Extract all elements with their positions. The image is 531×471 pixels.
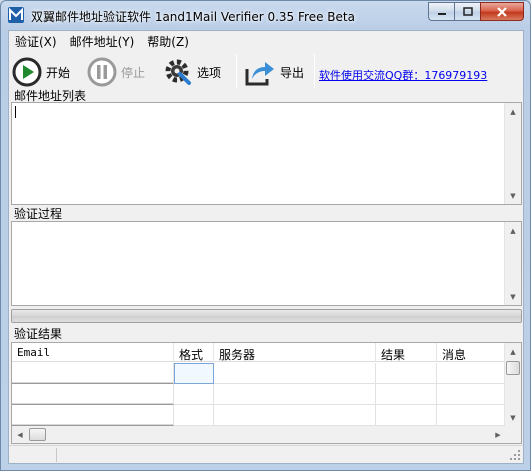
process-log[interactable]: ▲ ▼ (11, 221, 522, 306)
table-cell[interactable] (12, 384, 174, 405)
scroll-up-arrow-icon[interactable]: ▲ (505, 343, 521, 360)
scroll-up-arrow-icon[interactable]: ▲ (505, 103, 521, 120)
start-button[interactable]: 开始 (12, 54, 70, 90)
export-arrow-icon (245, 62, 274, 86)
results-hscrollbar[interactable]: ◀ ▶ (12, 426, 506, 443)
table-cell[interactable] (376, 363, 437, 384)
options-button[interactable]: 选项 (163, 54, 221, 90)
column-header-result[interactable]: 结果 (376, 343, 437, 362)
close-button[interactable] (480, 2, 524, 21)
table-cell[interactable] (174, 384, 214, 405)
stop-label: 停止 (121, 65, 146, 80)
menu-email-address[interactable]: 邮件地址(Y) (64, 31, 142, 50)
results-table[interactable]: Email 格式 服务器 结果 消息 ▲ ▼ ◀ ▶ (11, 342, 522, 444)
start-label: 开始 (46, 65, 71, 80)
scroll-thumb[interactable] (506, 361, 520, 375)
scroll-left-arrow-icon[interactable]: ◀ (12, 426, 28, 443)
gear-wrench-icon (165, 59, 191, 85)
process-scrollbar[interactable]: ▲ ▼ (504, 222, 521, 305)
scroll-down-arrow-icon[interactable]: ▼ (505, 409, 521, 426)
table-cell[interactable] (12, 363, 174, 384)
maximize-icon (462, 7, 473, 16)
table-row[interactable] (12, 384, 506, 405)
play-icon (12, 57, 42, 87)
column-header-server[interactable]: 服务器 (214, 343, 376, 362)
scroll-down-arrow-icon[interactable]: ▼ (505, 187, 521, 204)
menu-help[interactable]: 帮助(Z) (141, 31, 196, 50)
qq-group-link[interactable]: 软件使用交流QQ群：176979193 (319, 67, 487, 83)
minimize-button[interactable] (428, 2, 454, 21)
table-row[interactable] (12, 363, 506, 384)
app-icon (8, 7, 24, 23)
table-cell[interactable] (214, 363, 376, 384)
status-bar (9, 445, 523, 463)
table-cell[interactable] (174, 405, 214, 426)
results-label: 验证结果 (14, 327, 63, 341)
table-cell[interactable] (12, 405, 174, 426)
menu-verify[interactable]: 验证(X) (9, 31, 64, 50)
stop-button[interactable]: 停止 (87, 54, 145, 90)
pause-icon (87, 57, 117, 87)
text-caret (15, 106, 16, 118)
scroll-right-arrow-icon[interactable]: ▶ (490, 426, 506, 443)
export-label: 导出 (280, 65, 305, 80)
email-list-input[interactable]: ▲ ▼ (11, 102, 522, 205)
process-label: 验证过程 (14, 207, 63, 221)
options-label: 选项 (197, 65, 222, 80)
table-cell[interactable] (214, 405, 376, 426)
window-title: 双翼邮件地址验证软件 1and1Mail Verifier 0.35 Free … (31, 10, 355, 24)
email-list-scrollbar[interactable]: ▲ ▼ (504, 103, 521, 204)
table-row[interactable] (12, 405, 506, 426)
toolbar-separator (314, 54, 315, 88)
results-vscrollbar[interactable]: ▲ ▼ (504, 343, 521, 443)
title-bar[interactable]: 双翼邮件地址验证软件 1and1Mail Verifier 0.35 Free … (1, 1, 530, 29)
table-cell[interactable] (376, 384, 437, 405)
table-cell[interactable] (376, 405, 437, 426)
table-cell[interactable] (214, 384, 376, 405)
scroll-thumb[interactable] (29, 428, 46, 441)
scroll-up-arrow-icon[interactable]: ▲ (505, 222, 521, 239)
table-header: Email 格式 服务器 结果 消息 (12, 343, 506, 362)
client-area: 验证(X) 邮件地址(Y) 帮助(Z) 开始 停止 选项 导出 软件使用交流QQ… (8, 30, 524, 464)
status-pane (11, 448, 57, 462)
menu-bar: 验证(X) 邮件地址(Y) 帮助(Z) (9, 31, 523, 50)
scroll-down-arrow-icon[interactable]: ▼ (505, 288, 521, 305)
export-button[interactable]: 导出 (244, 54, 304, 90)
toolbar-separator (236, 54, 237, 88)
table-cell-selected[interactable] (174, 363, 214, 384)
minimize-icon (437, 12, 446, 15)
column-header-format[interactable]: 格式 (174, 343, 214, 362)
resize-grip-icon[interactable] (509, 449, 521, 461)
close-icon (497, 6, 507, 17)
toolbar: 开始 停止 选项 导出 软件使用交流QQ群：176979193 (9, 50, 523, 94)
column-header-email[interactable]: Email (12, 343, 174, 362)
app-window: 双翼邮件地址验证软件 1and1Mail Verifier 0.35 Free … (0, 0, 531, 471)
progress-bar (11, 309, 522, 323)
maximize-button[interactable] (454, 2, 480, 21)
column-header-message[interactable]: 消息 (437, 343, 506, 362)
